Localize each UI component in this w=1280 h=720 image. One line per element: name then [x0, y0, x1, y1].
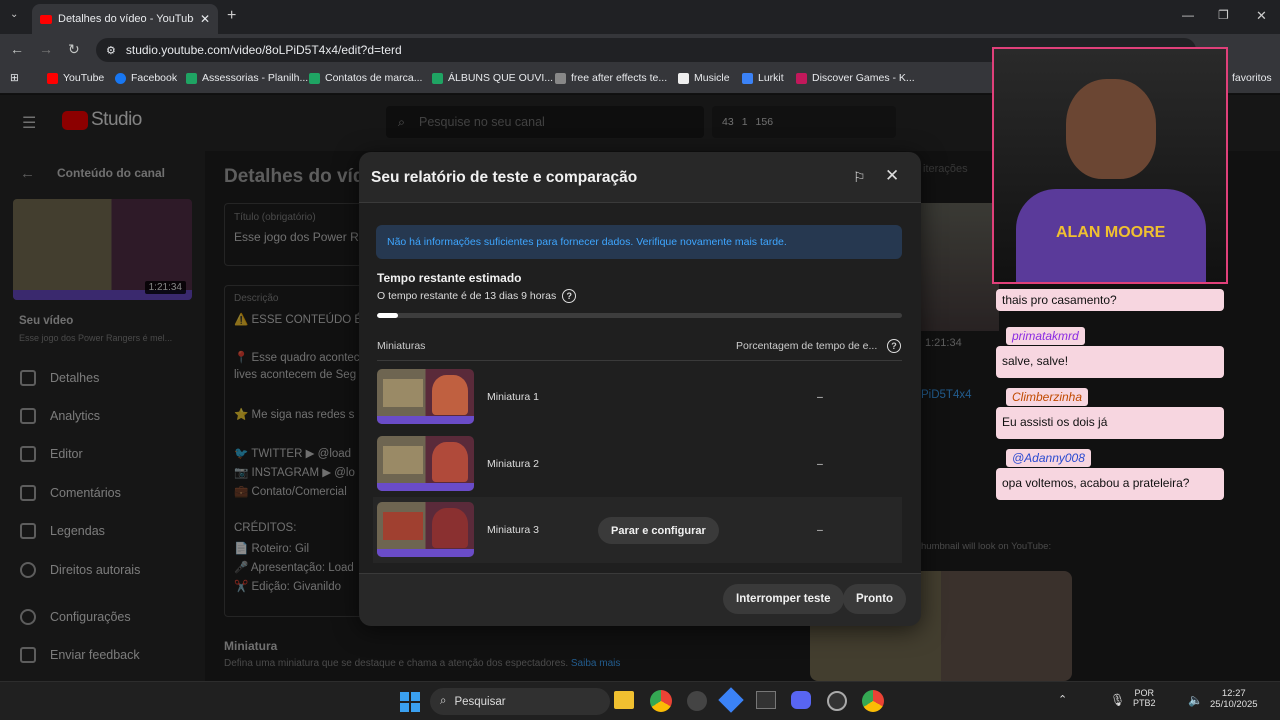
time-remaining-title: Tempo restante estimado — [377, 271, 522, 285]
done-button[interactable]: Pronto — [843, 584, 907, 614]
dialog-body: Não há informações suficientes para forn… — [359, 202, 921, 574]
browser-tab[interactable]: Detalhes do vídeo - YouTube Studio ✕ — [32, 4, 218, 34]
chat-username: @Adanny008 — [1006, 449, 1091, 467]
apps-icon[interactable]: ⊞ — [10, 72, 19, 84]
bookmark-favoritos[interactable]: favoritos — [1232, 72, 1272, 84]
close-window-icon[interactable]: ✕ — [1256, 8, 1267, 24]
reload-icon[interactable]: ↻ — [68, 41, 80, 58]
chrome-icon[interactable] — [650, 690, 672, 712]
results-header: Miniaturas Porcentagem de tempo de e... … — [377, 339, 902, 353]
dialog-title: Seu relatório de teste e comparação — [371, 169, 638, 186]
thumbnail-image — [377, 369, 474, 424]
bookmark-contatos[interactable]: Contatos de marca... — [309, 72, 422, 84]
url-text: studio.youtube.com/video/8oLPiD5T4x4/edi… — [125, 43, 402, 57]
tab-title: Detalhes do vídeo - YouTube Studio — [58, 13, 194, 25]
chat-message: salve, salve! — [996, 346, 1224, 378]
bookmark-facebook[interactable]: Facebook — [115, 72, 177, 84]
thumbnail-label: Miniatura 3 — [487, 524, 539, 536]
tray-chevron-icon[interactable]: ⌃ — [1058, 693, 1067, 706]
forward-icon[interactable]: → — [39, 41, 53, 57]
help-icon[interactable]: ? — [562, 289, 577, 303]
time-remaining-text: O tempo restante é de 13 dias 9 horas ? — [377, 289, 577, 303]
file-explorer-icon[interactable] — [614, 691, 634, 709]
terminal-icon[interactable] — [756, 691, 776, 709]
bookmark-albuns[interactable]: ÁLBUNS QUE OUVI... — [432, 72, 553, 84]
clock[interactable]: 12:27 25/10/2025 — [1210, 688, 1258, 710]
thumbnail-label: Miniatura 2 — [487, 458, 539, 470]
minimize-icon[interactable]: — — [1182, 8, 1194, 22]
thumbnail-percent: – — [817, 458, 823, 470]
volume-icon[interactable]: 🔈 — [1188, 693, 1203, 707]
obs-icon[interactable] — [827, 691, 847, 711]
bookmark-youtube[interactable]: YouTube — [47, 72, 104, 84]
microphone-icon[interactable]: 🎙 — [1110, 693, 1125, 707]
divider — [377, 360, 902, 361]
thumbnail-image — [377, 436, 474, 491]
thumbnail-row-2[interactable]: Miniatura 2 – — [377, 431, 902, 497]
webcam-overlay: ALAN MOORE — [992, 47, 1228, 284]
chat-message: thais pro casamento? — [996, 289, 1224, 311]
streamer-face — [1066, 79, 1156, 179]
test-report-dialog: Seu relatório de teste e comparação ⚐ ✕ … — [359, 152, 921, 626]
new-tab-icon[interactable]: + — [227, 7, 236, 25]
bookmark-free-ae[interactable]: free after effects te... — [555, 72, 667, 84]
help-icon[interactable]: ? — [887, 339, 901, 353]
tab-list-icon[interactable]: ⌄ — [10, 9, 18, 20]
thumbnail-percent: – — [817, 391, 823, 403]
bookmark-lurkit[interactable]: Lurkit — [742, 72, 784, 84]
bookmark-musicle[interactable]: Musicle — [678, 72, 730, 84]
close-dialog-icon[interactable]: ✕ — [885, 166, 899, 186]
bookmark-assessorias[interactable]: Assessorias - Planilh... — [186, 72, 308, 84]
progress-fill — [377, 313, 398, 318]
taskbar-search[interactable]: ⌕ Pesquisar — [430, 688, 610, 715]
youtube-favicon-icon — [40, 14, 52, 24]
thumbnail-percent: – — [817, 524, 823, 536]
close-tab-icon[interactable]: ✕ — [200, 12, 210, 26]
search-icon: ⌕ — [440, 695, 447, 707]
windows-taskbar: ⌕ Pesquisar ⌃ 🎙 POR PTB2 🔈 12:27 25/10/202… — [0, 681, 1280, 720]
discord-icon[interactable] — [791, 691, 811, 709]
test-progress-bar — [377, 313, 902, 318]
chat-message: Eu assisti os dois já — [996, 407, 1224, 439]
thumbnail-label: Miniatura 1 — [487, 391, 539, 403]
bookmark-discover-games[interactable]: Discover Games - K... — [796, 72, 915, 84]
thumbnail-row-3[interactable]: Miniatura 3 Parar e configurar – — [373, 497, 902, 563]
app-icon[interactable] — [718, 687, 744, 713]
back-icon[interactable]: ← — [10, 41, 24, 57]
feedback-flag-icon[interactable]: ⚐ — [853, 169, 866, 186]
site-info-icon[interactable]: ⚙ — [106, 44, 116, 57]
chat-username: primatakmrd — [1006, 327, 1085, 345]
shirt-text: ALAN MOORE — [1056, 224, 1166, 241]
col-thumbnails: Miniaturas — [377, 340, 426, 352]
start-icon[interactable] — [400, 692, 420, 712]
language-indicator[interactable]: POR PTB2 — [1133, 688, 1156, 708]
thumbnail-image — [377, 502, 474, 557]
col-watch-time: Porcentagem de tempo de e... — [736, 340, 878, 352]
maximize-icon[interactable]: ❐ — [1218, 8, 1229, 22]
chat-username: Climberzinha — [1006, 388, 1089, 406]
browser-tab-bar: ⌄ Detalhes do vídeo - YouTube Studio ✕ +… — [0, 0, 1280, 34]
stop-and-set-button[interactable]: Parar e configurar — [598, 517, 719, 544]
chrome-icon[interactable] — [862, 690, 884, 712]
app-icon[interactable] — [687, 691, 707, 711]
thumbnail-row-1[interactable]: Miniatura 1 – — [377, 364, 902, 430]
chat-message: opa voltemos, acabou a prateleira? — [996, 468, 1224, 500]
stop-test-button[interactable]: Interromper teste — [723, 584, 844, 614]
info-banner: Não há informações suficientes para forn… — [376, 225, 902, 259]
